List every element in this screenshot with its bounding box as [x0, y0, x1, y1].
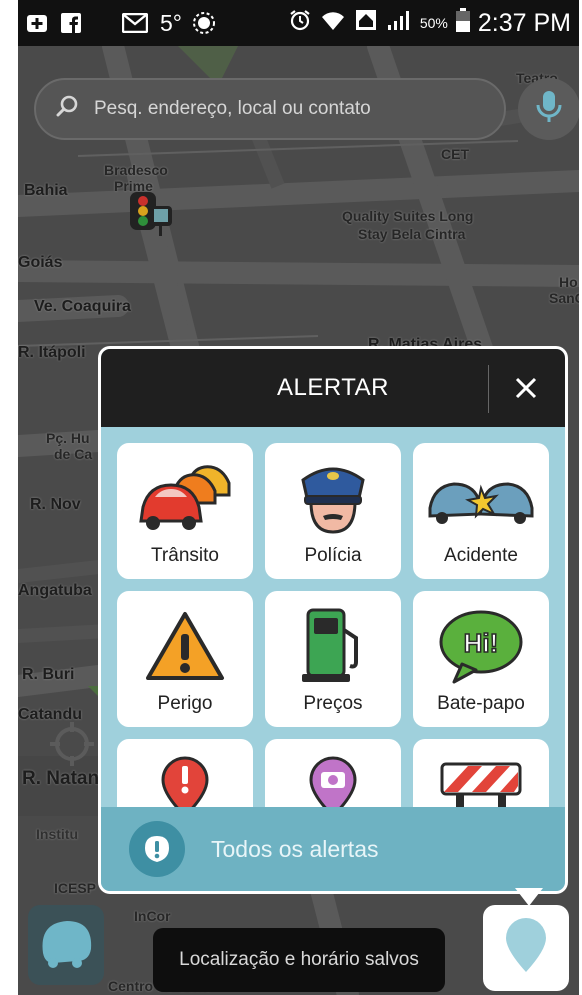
report-button[interactable]: [483, 905, 569, 991]
exclamation-icon: [145, 836, 169, 862]
plus-icon: [26, 12, 48, 34]
map-label-coaquira: Ve. Coaquira: [34, 298, 131, 315]
phone-screen: 5° 50% 2:37 PM Teatro CET Bradesco Prime…: [18, 0, 579, 995]
accident-icon: [426, 459, 536, 537]
waze-menu-icon: [37, 917, 95, 974]
tile-camera[interactable]: [265, 739, 401, 810]
map-label-incor: InCor: [134, 908, 171, 924]
header-divider: [488, 365, 489, 413]
battery-percent: 50%: [419, 15, 448, 31]
clock: 2:37 PM: [477, 8, 571, 37]
map-label-ho: Ho: [559, 274, 578, 290]
search-placeholder: Pesq. endereço, local ou contato: [94, 98, 371, 119]
tile-label-precos: Preços: [303, 693, 363, 714]
signal-icon: [386, 9, 412, 37]
map-label-bradesco: Bradesco: [104, 162, 168, 178]
map-issue-icon: [145, 755, 225, 810]
all-alerts-button[interactable]: Todos os alertas: [101, 807, 565, 891]
map-label-institu: Institu: [36, 826, 78, 842]
status-bar: 5° 50% 2:37 PM: [18, 0, 579, 46]
facebook-icon: [60, 12, 82, 34]
tile-acidente[interactable]: Acidente: [413, 443, 549, 579]
voice-search-button[interactable]: [518, 78, 579, 140]
gmail-icon: [122, 13, 148, 33]
map-label-angatuba: Angatuba: [18, 582, 92, 599]
temperature: 5°: [160, 9, 182, 36]
chat-icon: Hi!: [436, 607, 526, 685]
camera-icon: [293, 755, 373, 810]
dialog-header: ALERTAR: [101, 349, 565, 427]
tile-label-policia: Polícia: [304, 545, 362, 566]
all-alerts-label: Todos os alertas: [211, 835, 379, 862]
police-icon: [293, 459, 373, 537]
map-label-icesp: ICESP: [54, 880, 97, 896]
map-label-rburi: R. Buri: [22, 666, 75, 683]
map-label-sang: SanG: [549, 290, 579, 306]
map-label-cet: CET: [441, 146, 469, 162]
tile-label-bate-papo: Bate-papo: [437, 693, 525, 714]
map-label-natan: R. Natan: [22, 768, 100, 789]
map-label-pchu: Pç. Hu: [46, 430, 90, 446]
tile-label-perigo: Perigo: [157, 693, 213, 714]
alert-dialog: ALERTAR Trânsito Polícia Acidente Perigo…: [98, 346, 568, 894]
weather-icon: [192, 11, 216, 35]
report-pin-icon: [504, 917, 548, 979]
battery-icon: [455, 8, 470, 38]
wifi-icon: [320, 8, 346, 38]
map-label-bahia: Bahia: [24, 182, 68, 199]
road-closure-icon: [438, 755, 524, 810]
home-icon: [354, 8, 378, 38]
tile-map-issue[interactable]: [117, 739, 253, 810]
map-label-deca: de Ca: [54, 446, 93, 462]
alert-dialog-body: ALERTAR Trânsito Polícia Acidente Perigo…: [101, 349, 565, 891]
close-button[interactable]: [501, 363, 551, 413]
tile-perigo[interactable]: Perigo: [117, 591, 253, 727]
tile-label-transito: Trânsito: [151, 545, 219, 566]
search-bar[interactable]: Pesq. endereço, local ou contato: [34, 78, 506, 140]
alert-type-grid: Trânsito Polícia Acidente Perigo Preços …: [101, 427, 565, 810]
map-label-quality-2: Stay Bela Cintra: [358, 226, 466, 242]
tile-road-closure[interactable]: [413, 739, 549, 810]
alarm-icon: [288, 8, 312, 38]
map-label-goias: Goiás: [18, 254, 63, 271]
map-label-quality-1: Quality Suites Long: [342, 208, 474, 224]
menu-button[interactable]: [28, 905, 104, 985]
gps-crosshair-icon[interactable]: [48, 720, 96, 768]
microphone-icon: [536, 90, 562, 129]
toast-message: Localização e horário salvos: [153, 928, 445, 992]
tile-label-acidente: Acidente: [444, 545, 518, 566]
gas-price-icon: [298, 607, 368, 685]
search-icon: [56, 94, 80, 124]
tile-policia[interactable]: Polícia: [265, 443, 401, 579]
map-label-itapoli: R. Itápoli: [18, 344, 86, 361]
tile-transito[interactable]: Trânsito: [117, 443, 253, 579]
traffic-icon: [137, 459, 233, 537]
dialog-title: ALERTAR: [277, 374, 389, 401]
svg-text:Hi!: Hi!: [464, 628, 499, 658]
tile-precos[interactable]: Preços: [265, 591, 401, 727]
map-label-rnov: R. Nov: [30, 496, 81, 513]
tile-bate-papo[interactable]: Hi! Bate-papo: [413, 591, 549, 727]
hazard-icon: [145, 607, 225, 685]
close-icon: [515, 377, 537, 399]
all-alerts-badge: [129, 821, 185, 877]
